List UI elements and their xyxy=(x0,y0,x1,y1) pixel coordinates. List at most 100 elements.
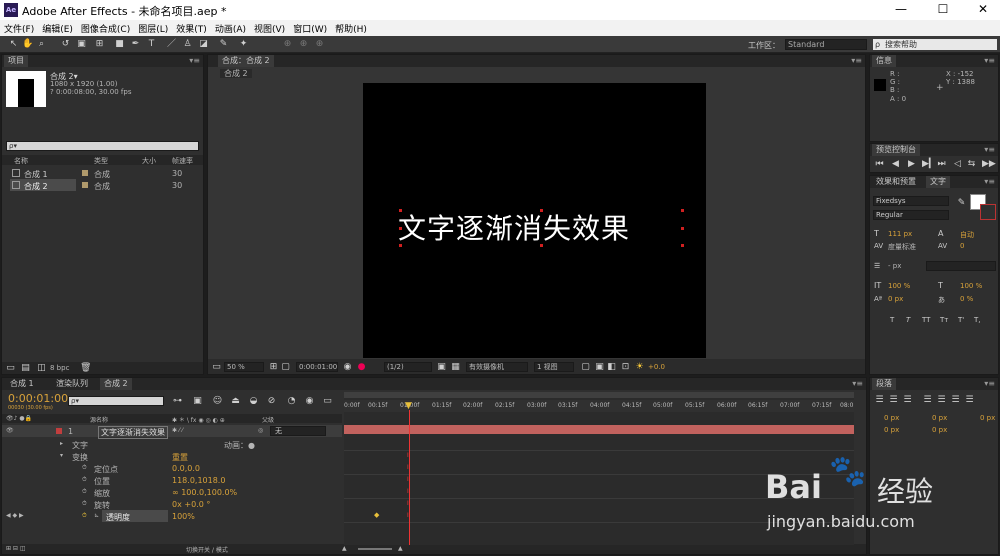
rotate-tool-icon[interactable]: ↺ xyxy=(60,39,71,50)
playhead-icon[interactable]: ▼ xyxy=(405,401,412,411)
prop-row[interactable]: ⏱ 位置 118.0,1018.0 xyxy=(2,474,342,486)
graph-editor-icon[interactable]: ◔ xyxy=(286,396,297,407)
panel-menu-icon[interactable]: ▾≡ xyxy=(984,176,995,188)
loop-icon[interactable]: ⇆ xyxy=(966,159,977,170)
tab-paragraph[interactable]: 段落 xyxy=(872,378,896,390)
next-frame-icon[interactable]: ▶▎ xyxy=(922,159,936,170)
prop-value[interactable]: ∞ 100.0,100.0% xyxy=(172,488,237,497)
selection-tool-icon[interactable]: ↖ xyxy=(8,39,19,50)
tab-preview[interactable]: 预览控制台 xyxy=(872,144,920,156)
space-after-value[interactable]: 0 px xyxy=(932,426,947,434)
prev-frame-icon[interactable]: ◀ xyxy=(890,159,901,170)
zoom-in-icon[interactable]: ▲ xyxy=(398,545,403,552)
audio-icon[interactable]: ◁ xyxy=(952,159,963,170)
list-item[interactable]: 合成 2 合成 30 xyxy=(2,179,203,191)
prop-value[interactable]: 100% xyxy=(172,512,195,521)
comp-sub-tab[interactable]: 合成 2 xyxy=(220,69,252,78)
comp-mini-flowchart-icon[interactable]: ⊶ xyxy=(172,396,183,407)
menu-view[interactable]: 视图(V) xyxy=(250,20,289,35)
menu-file[interactable]: 文件(F) xyxy=(0,20,38,35)
pen-tool-icon[interactable]: ✒ xyxy=(130,39,141,50)
motion-blur-icon[interactable]: ◒ xyxy=(248,396,259,407)
keyframe-marker[interactable]: I xyxy=(407,512,409,519)
clone-stamp-tool-icon[interactable]: ♙ xyxy=(182,39,193,50)
hand-tool-icon[interactable]: ✋ xyxy=(22,39,33,50)
roto-brush-tool-icon[interactable]: ✎ xyxy=(218,39,229,50)
menu-window[interactable]: 窗口(W) xyxy=(289,20,331,35)
justify-right-icon[interactable]: ☰ xyxy=(950,395,961,406)
parent-select[interactable]: 无 xyxy=(270,426,326,436)
tab-info[interactable]: 信息 xyxy=(872,55,896,67)
comp-timecode[interactable]: 0:00:01:00 xyxy=(296,362,338,372)
opacity-keyframe-icon[interactable]: ◆ xyxy=(374,511,379,519)
type-tool-icon[interactable]: T xyxy=(146,39,157,50)
layer-label-chip[interactable] xyxy=(56,428,62,434)
toggle-switches-modes[interactable]: 切换开关 / 模式 xyxy=(186,545,228,554)
menu-animation[interactable]: 动画(A) xyxy=(211,20,250,35)
keyframe-marker[interactable]: I xyxy=(407,464,409,471)
axis-view-icon[interactable]: ⊕ xyxy=(314,39,325,50)
panel-menu-icon[interactable]: ▾≡ xyxy=(852,378,863,390)
prop-row[interactable]: ⏱ 旋转 0x +0.0 ° xyxy=(2,498,342,510)
vertical-scale-value[interactable]: 100 % xyxy=(888,282,910,290)
col-size[interactable]: 大小 xyxy=(142,156,156,166)
fast-preview-icon[interactable]: ▣ xyxy=(594,362,605,373)
bbox-handle[interactable] xyxy=(399,227,402,230)
menu-composition[interactable]: 图像合成(C) xyxy=(77,20,134,35)
mask-visibility-icon[interactable]: ▢ xyxy=(280,362,291,373)
bbox-handle[interactable] xyxy=(681,209,684,212)
hide-shy-icon[interactable]: ☺ xyxy=(212,396,223,407)
region-of-interest-icon[interactable]: ▣ xyxy=(436,362,447,373)
label-color-chip[interactable] xyxy=(82,170,88,176)
last-frame-icon[interactable]: ⏭ xyxy=(936,159,947,170)
panel-menu-icon[interactable]: ▾≡ xyxy=(984,144,995,156)
bbox-handle[interactable] xyxy=(399,209,402,212)
pick-whip-icon[interactable]: ◎ xyxy=(258,427,263,434)
zoom-out-icon[interactable]: ▲ xyxy=(342,545,347,552)
prop-row[interactable]: ⏱ 定位点 0.0,0.0 xyxy=(2,462,342,474)
views-select[interactable]: 1 视图 xyxy=(534,362,574,372)
label-color-chip[interactable] xyxy=(82,182,88,188)
bbox-handle[interactable] xyxy=(540,209,543,212)
stopwatch-icon[interactable]: ⏱ xyxy=(82,500,87,508)
visibility-icon[interactable]: 👁 xyxy=(6,427,14,434)
brush-tool-icon[interactable]: ／ xyxy=(166,39,177,50)
tab-project[interactable]: 项目 xyxy=(4,55,28,67)
font-style-select[interactable]: Regular xyxy=(873,210,949,220)
keyframe-marker[interactable]: I xyxy=(407,476,409,483)
panel-menu-icon[interactable]: ▾≡ xyxy=(984,55,995,67)
baseline-shift-value[interactable]: 0 px xyxy=(888,295,903,303)
first-frame-icon[interactable]: ⏮ xyxy=(874,159,885,170)
stopwatch-icon[interactable]: ⏱ xyxy=(82,488,87,496)
graph-icon[interactable]: ⊾ xyxy=(94,512,99,519)
tab-character[interactable]: 文字 xyxy=(926,176,950,188)
keyframe-marker[interactable]: I xyxy=(407,452,409,459)
close-button[interactable]: ✕ xyxy=(968,2,998,16)
menu-effect[interactable]: 效果(T) xyxy=(172,20,211,35)
new-comp-icon[interactable]: ◫ xyxy=(36,363,47,374)
work-area-bar[interactable] xyxy=(344,392,854,398)
puppet-tool-icon[interactable]: ✦ xyxy=(238,39,249,50)
time-ruler[interactable]: 0:00f 00:15f 01:00f 01:15f 02:00f 02:15f… xyxy=(344,400,854,412)
align-left-icon[interactable]: ☰ xyxy=(874,395,885,406)
timeline-icon[interactable]: ◧ xyxy=(606,362,617,373)
kerning-value[interactable]: 度量标准 xyxy=(888,242,916,252)
ram-preview-icon[interactable]: ▶▶ xyxy=(982,159,996,170)
title-safe-icon[interactable]: ⊞ xyxy=(268,362,279,373)
stroke-color-swatch[interactable] xyxy=(980,204,996,220)
stopwatch-icon[interactable]: ⏱ xyxy=(82,464,87,472)
layer-row[interactable]: 👁 1 文字逐渐消失效果 ✱ ⁄ ⁄ ◎ 无 xyxy=(2,425,342,439)
help-search-input[interactable]: ρ 搜索帮助 xyxy=(873,39,997,50)
camera-select[interactable]: 有效摄像机 xyxy=(466,362,528,372)
col-source-name[interactable]: 源名称 xyxy=(90,415,108,424)
col-type[interactable]: 类型 xyxy=(94,156,108,166)
footer-toggles-icon[interactable]: ⊞ ⊟ ◫ xyxy=(6,545,26,552)
eraser-tool-icon[interactable]: ◪ xyxy=(198,39,209,50)
resolution-select[interactable]: (1/2) xyxy=(384,362,432,372)
maximize-button[interactable]: ☐ xyxy=(928,2,958,16)
zoom-slider[interactable] xyxy=(358,548,392,550)
twirl-icon[interactable]: ▸ xyxy=(60,440,63,447)
faux-italic-button[interactable]: T xyxy=(906,316,910,324)
subscript-button[interactable]: T, xyxy=(974,316,981,324)
tab-comp-1[interactable]: 合成 1 xyxy=(6,378,38,390)
